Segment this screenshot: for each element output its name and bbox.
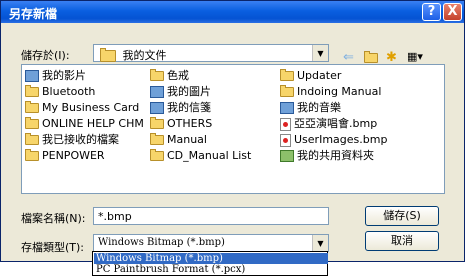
filetype-dropdown[interactable]: Windows Bitmap (*.bmp) ▼ — [93, 234, 329, 252]
cancel-button[interactable]: 取消 — [365, 231, 439, 251]
bmp-file-icon — [280, 117, 291, 131]
folder-icon — [280, 69, 294, 81]
filetype-option-bmp[interactable]: Windows Bitmap (*.bmp) — [94, 253, 328, 264]
list-item[interactable]: 我的影片 — [25, 68, 86, 83]
list-item[interactable]: OTHERS — [150, 116, 212, 131]
list-item[interactable]: CD_Manual List — [150, 148, 251, 163]
up-folder-icon[interactable] — [364, 50, 378, 65]
folder-video-icon — [25, 70, 39, 82]
close-button[interactable]: X — [443, 3, 462, 21]
folder-icon — [25, 101, 39, 113]
folder-icon — [150, 133, 164, 145]
save-in-label: 儲存於(I): — [21, 49, 70, 62]
list-item[interactable]: 我的共用資料夾 — [280, 148, 374, 163]
filename-label: 檔案名稱(N): — [21, 212, 86, 225]
save-in-value: 我的文件 — [122, 49, 167, 62]
list-item[interactable]: 我的音樂 — [280, 100, 341, 115]
help-button[interactable]: ? — [422, 3, 441, 21]
list-item[interactable]: UserImages.bmp — [280, 132, 387, 147]
back-arrow-icon[interactable]: ⇐ — [343, 50, 354, 65]
shared-folder-icon — [280, 150, 294, 162]
filename-field[interactable]: *.bmp — [93, 207, 329, 225]
views-menu-icon[interactable]: ▦▾ — [407, 50, 423, 63]
folder-pictures-icon — [150, 86, 164, 98]
folder-music-icon — [280, 102, 294, 114]
new-folder-icon[interactable]: ✱ — [386, 50, 397, 65]
list-item[interactable]: ONLINE HELP CHM — [25, 116, 144, 131]
window-title: 另存新檔 — [9, 7, 58, 21]
list-item[interactable]: 我的信箋 — [150, 100, 211, 115]
folder-icon — [25, 133, 39, 145]
list-item[interactable]: 我已接收的檔案 — [25, 132, 119, 147]
filetype-value: Windows Bitmap (*.bmp) — [98, 237, 225, 248]
close-icon: X — [447, 4, 458, 19]
filetype-options-list[interactable]: Windows Bitmap (*.bmp) PC Paintbrush For… — [92, 251, 328, 276]
folder-icon — [150, 117, 164, 129]
folder-icon — [25, 117, 39, 129]
my-documents-icon — [100, 48, 116, 62]
file-list[interactable]: 我的影片 Bluetooth My Business Card ONLINE H… — [21, 64, 445, 194]
list-item[interactable]: My Business Card — [25, 100, 139, 115]
help-icon: ? — [427, 4, 436, 19]
folder-icon — [25, 149, 39, 161]
list-item[interactable]: 亞亞演唱會.bmp — [280, 116, 377, 131]
filetype-option-pcx[interactable]: PC Paintbrush Format (*.pcx) — [94, 264, 328, 275]
chevron-down-icon[interactable]: ▼ — [312, 235, 328, 251]
filetype-label: 存檔類型(T): — [21, 241, 85, 254]
folder-icon — [25, 85, 39, 97]
save-button[interactable]: 儲存(S) — [365, 206, 439, 226]
save-as-dialog: 另存新檔 ? X 儲存於(I): 我的文件 ▼ ⇐ ✱ ▦▾ 我的影片 Blue… — [0, 0, 465, 262]
folder-icon — [150, 149, 164, 161]
folder-letter-icon — [150, 102, 164, 114]
filename-value: *.bmp — [98, 210, 132, 223]
bmp-file-icon — [280, 133, 291, 147]
folder-icon — [150, 69, 164, 81]
folder-icon — [280, 85, 294, 97]
list-item[interactable]: Manual — [150, 132, 207, 147]
chevron-down-icon[interactable]: ▼ — [312, 45, 328, 61]
list-item[interactable]: PENPOWER — [25, 148, 105, 163]
save-in-dropdown[interactable]: 我的文件 ▼ — [93, 44, 329, 62]
list-item[interactable]: Updater — [280, 68, 341, 83]
list-item[interactable]: Indoing Manual — [280, 84, 381, 99]
list-item[interactable]: 我的圖片 — [150, 84, 211, 99]
list-item[interactable]: Bluetooth — [25, 84, 95, 99]
list-item[interactable]: 色戒 — [150, 68, 189, 83]
title-bar[interactable]: 另存新檔 ? X — [1, 1, 464, 23]
